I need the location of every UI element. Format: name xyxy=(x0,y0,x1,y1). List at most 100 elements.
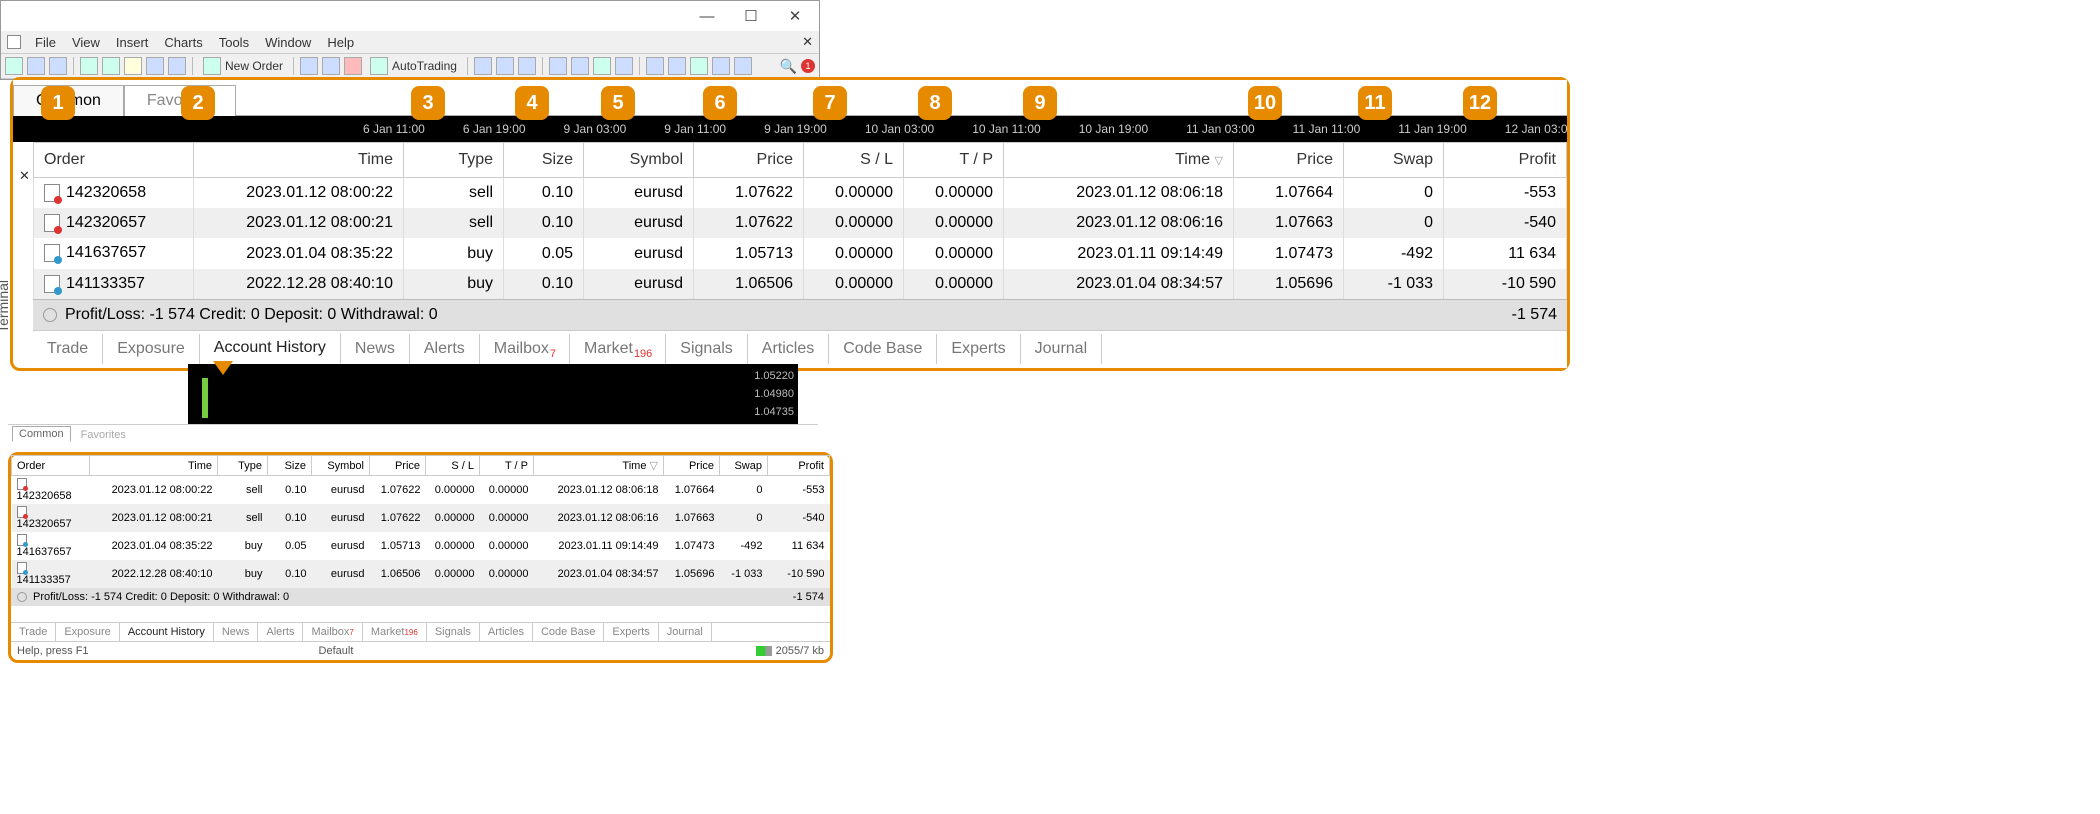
menu-charts[interactable]: Charts xyxy=(158,33,208,52)
summary-text: Profit/Loss: -1 574 Credit: 0 Deposit: 0… xyxy=(65,306,438,324)
thumb-tab-account-history[interactable]: Account History xyxy=(120,623,214,641)
table-row[interactable]: 142320658 2023.01.12 08:00:22sell0.10eur… xyxy=(34,178,1567,209)
close-terminal-icon[interactable]: ✕ xyxy=(19,168,30,184)
toolbar-icon[interactable] xyxy=(146,57,164,75)
toolbar-icon[interactable] xyxy=(712,57,730,75)
toolbar-icon[interactable] xyxy=(646,57,664,75)
col-tp[interactable]: T / P xyxy=(904,143,1004,178)
minimize-button[interactable]: — xyxy=(689,4,725,28)
thumb-tab-market[interactable]: Market196 xyxy=(363,623,427,641)
thumb-col[interactable]: Type xyxy=(218,456,268,476)
thumb-tab-news[interactable]: News xyxy=(214,623,259,641)
thumb-tab-exposure[interactable]: Exposure xyxy=(56,623,119,641)
order-buy-icon xyxy=(44,275,60,293)
new-order-button[interactable]: New Order xyxy=(199,57,287,75)
callout-8: 8 xyxy=(918,86,952,120)
toolbar-icon[interactable] xyxy=(5,57,23,75)
menu-tools[interactable]: Tools xyxy=(213,33,255,52)
thumb-col[interactable]: Time ▽ xyxy=(534,456,664,476)
status-profile: Default xyxy=(319,645,354,657)
zoom-out-icon[interactable] xyxy=(549,57,567,75)
thumb-col[interactable]: Swap xyxy=(720,456,768,476)
col-type[interactable]: Type xyxy=(404,143,504,178)
chart-area[interactable]: 1.05220 1.04980 1.04735 xyxy=(188,364,798,424)
toolbar-icon[interactable] xyxy=(300,57,318,75)
col-time-open[interactable]: Time xyxy=(194,143,404,178)
toolbar-icon[interactable] xyxy=(102,57,120,75)
notification-badge[interactable]: 1 xyxy=(801,59,815,73)
thumb-col[interactable]: Symbol xyxy=(312,456,370,476)
thumb-col[interactable]: S / L xyxy=(426,456,480,476)
thumb-tab-codebase[interactable]: Code Base xyxy=(533,623,604,641)
table-row[interactable]: 142320657 2023.01.12 08:00:21sell0.10eur… xyxy=(12,504,830,532)
toolbar-icon[interactable] xyxy=(80,57,98,75)
thumb-tab-articles[interactable]: Articles xyxy=(480,623,533,641)
callout-9: 9 xyxy=(1023,86,1057,120)
menu-file[interactable]: File xyxy=(29,33,62,52)
table-row[interactable]: 141637657 2023.01.04 08:35:22buy0.05euru… xyxy=(34,238,1567,268)
search-icon[interactable]: 🔍 xyxy=(780,58,797,75)
menu-view[interactable]: View xyxy=(66,33,106,52)
tab-experts[interactable]: Experts xyxy=(937,334,1020,364)
autotrading-button[interactable]: AutoTrading xyxy=(366,57,461,75)
menu-insert[interactable]: Insert xyxy=(110,33,155,52)
thumb-tab-mailbox[interactable]: Mailbox7 xyxy=(303,623,362,641)
tab-favorites[interactable]: Favorites xyxy=(124,85,236,116)
thumb-col[interactable]: Profit xyxy=(768,456,830,476)
toolbar-icon[interactable] xyxy=(668,57,686,75)
thumb-tab-signals[interactable]: Signals xyxy=(427,623,480,641)
tab-codebase[interactable]: Code Base xyxy=(829,334,937,364)
thumb-col[interactable]: Order xyxy=(12,456,90,476)
col-price-open[interactable]: Price xyxy=(694,143,804,178)
toolbar-icon[interactable] xyxy=(27,57,45,75)
toolbar-icon[interactable] xyxy=(518,57,536,75)
toolbar-icon[interactable] xyxy=(474,57,492,75)
chart-tab-common[interactable]: Common xyxy=(12,426,71,442)
candle-icon xyxy=(202,378,208,418)
maximize-button[interactable]: ☐ xyxy=(733,4,769,28)
thumb-tab-journal[interactable]: Journal xyxy=(659,623,712,641)
thumb-col[interactable]: Time xyxy=(90,456,218,476)
toolbar-icon[interactable] xyxy=(593,57,611,75)
terminal-panel-highlight: ✕ Terminal Common Favorites 6 Jan 11:006… xyxy=(10,77,1570,371)
menu-window[interactable]: Window xyxy=(259,33,317,52)
table-row[interactable]: 141133357 2022.12.28 08:40:10buy0.10euru… xyxy=(34,269,1567,299)
toolbar-icon[interactable] xyxy=(615,57,633,75)
table-row[interactable]: 142320658 2023.01.12 08:00:22sell0.10eur… xyxy=(12,476,830,505)
close-button[interactable]: ✕ xyxy=(777,4,813,28)
toolbar-icon[interactable] xyxy=(168,57,186,75)
tab-journal[interactable]: Journal xyxy=(1021,334,1102,364)
col-price-close[interactable]: Price xyxy=(1234,143,1344,178)
table-row[interactable]: 141637657 2023.01.04 08:35:22buy0.05euru… xyxy=(12,532,830,560)
thumb-tab-experts[interactable]: Experts xyxy=(604,623,658,641)
panel-close-icon[interactable]: ✕ xyxy=(802,34,813,50)
thumb-col[interactable]: T / P xyxy=(480,456,534,476)
menu-help[interactable]: Help xyxy=(321,33,360,52)
table-row[interactable]: 142320657 2023.01.12 08:00:21sell0.10eur… xyxy=(34,208,1567,238)
col-swap[interactable]: Swap xyxy=(1344,143,1444,178)
col-size[interactable]: Size xyxy=(504,143,584,178)
toolbar-icon[interactable] xyxy=(344,57,362,75)
col-symbol[interactable]: Symbol xyxy=(584,143,694,178)
toolbar-icon[interactable] xyxy=(124,57,142,75)
chart-tab-favorites[interactable]: Favorites xyxy=(75,428,132,442)
col-time-close[interactable]: Time ▽ xyxy=(1004,143,1234,178)
thumb-col[interactable]: Price xyxy=(370,456,426,476)
toolbar-icon[interactable] xyxy=(690,57,708,75)
toolbar-icon[interactable] xyxy=(734,57,752,75)
zoom-in-icon[interactable] xyxy=(571,57,589,75)
col-order[interactable]: Order xyxy=(34,143,194,178)
toolbar-icon[interactable] xyxy=(496,57,514,75)
toolbar-icon[interactable] xyxy=(322,57,340,75)
table-row[interactable]: 141133357 2022.12.28 08:40:10buy0.10euru… xyxy=(12,560,830,588)
toolbar-icon[interactable] xyxy=(49,57,67,75)
thumb-tab-trade[interactable]: Trade xyxy=(11,623,56,641)
thumb-col[interactable]: Size xyxy=(268,456,312,476)
thumb-col[interactable]: Price xyxy=(664,456,720,476)
callout-3: 3 xyxy=(411,86,445,120)
thumb-tab-alerts[interactable]: Alerts xyxy=(258,623,303,641)
thumb-tabs: Trade Exposure Account History News Aler… xyxy=(11,622,830,641)
col-sl[interactable]: S / L xyxy=(804,143,904,178)
col-profit[interactable]: Profit xyxy=(1444,143,1567,178)
order-buy-icon xyxy=(44,244,60,262)
